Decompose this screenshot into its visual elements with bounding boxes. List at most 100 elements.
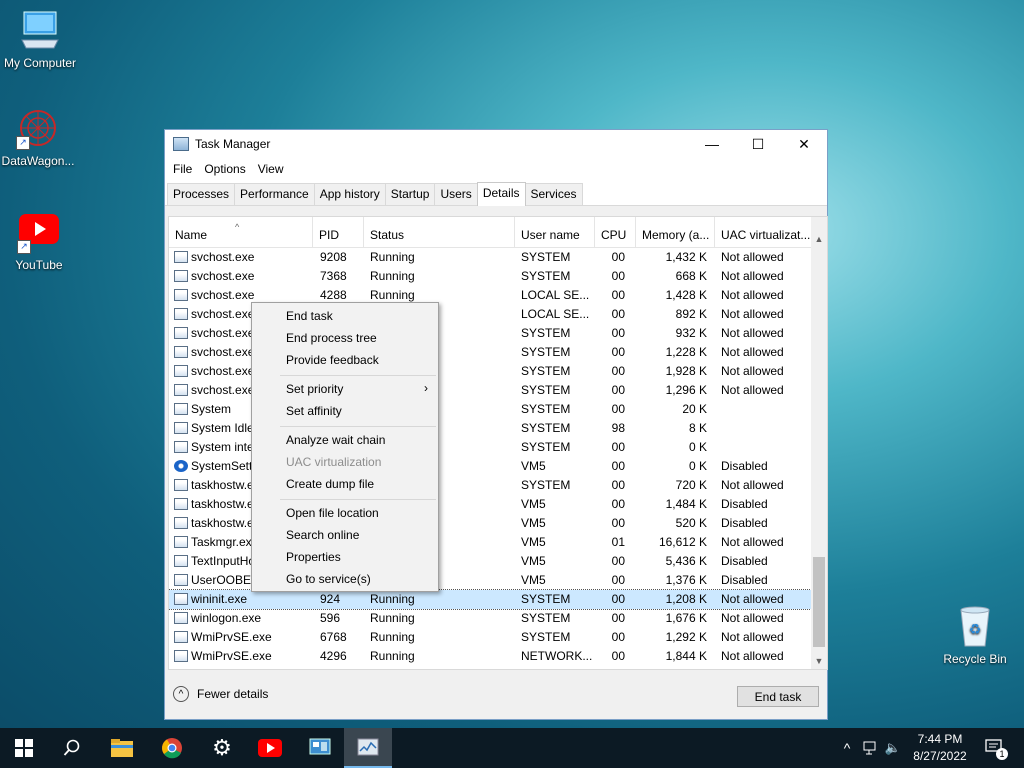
process-name: svchost.exe xyxy=(191,269,255,283)
process-uac xyxy=(721,438,816,457)
desktop-icon-recycle-bin[interactable]: ♻ Recycle Bin xyxy=(935,602,1015,666)
menu-options[interactable]: Options xyxy=(198,162,251,176)
table-row[interactable]: svchost.exe 9208 Running SYSTEM 00 1,432 K Not… xyxy=(169,248,813,267)
process-user: SYSTEM xyxy=(521,478,571,492)
desktop-icon-my-computer[interactable]: My Computer xyxy=(0,8,80,70)
table-row[interactable]: wininit.exe 924 Running SYSTEM 00 1,208 K Not … xyxy=(169,589,814,610)
process-memory: 8 K xyxy=(688,421,707,435)
desktop-icon-youtube[interactable]: ↗ YouTube xyxy=(0,210,79,272)
table-row[interactable]: svchost.exe 7368 Running SYSTEM 00 668 K Not a… xyxy=(169,267,813,286)
process-user: SYSTEM xyxy=(521,364,571,378)
process-pid: 7368 xyxy=(320,269,347,283)
menu-item-search-online[interactable]: Search online xyxy=(286,528,359,542)
scroll-down-icon[interactable]: ▼ xyxy=(811,653,827,669)
menu-file[interactable]: File xyxy=(167,162,198,176)
process-cpu: 98 xyxy=(611,421,625,435)
window-footer: ^ Fewer details End task xyxy=(165,671,827,719)
taskbar-file-explorer[interactable] xyxy=(98,728,146,768)
process-memory: 1,844 K xyxy=(665,649,707,663)
process-uac: Not allowed xyxy=(721,364,784,378)
process-user: SYSTEM xyxy=(521,611,571,625)
process-memory: 1,676 K xyxy=(665,611,707,625)
menu-item-end-task[interactable]: End task xyxy=(286,309,333,323)
process-user: VM5 xyxy=(521,516,546,530)
close-button[interactable]: ✕ xyxy=(781,130,827,158)
title-bar[interactable]: Task Manager — ☐ ✕ xyxy=(165,130,827,158)
process-memory: 20 K xyxy=(682,402,707,416)
process-user: VM5 xyxy=(521,573,546,587)
menu-separator xyxy=(280,375,436,376)
task-manager-icon xyxy=(174,536,188,548)
menu-separator xyxy=(280,426,436,427)
process-memory: 1,292 K xyxy=(665,630,707,644)
tab-startup[interactable]: Startup xyxy=(384,183,436,205)
menu-item-set-priority[interactable]: Set priority xyxy=(286,382,343,396)
tab-processes[interactable]: Processes xyxy=(167,183,236,205)
process-memory: 0 K xyxy=(688,440,707,454)
process-cpu: 00 xyxy=(611,402,625,416)
fewer-details-button[interactable]: ^ Fewer details xyxy=(173,686,268,702)
network-icon[interactable] xyxy=(860,728,882,768)
menu-item-open-file-location[interactable]: Open file location xyxy=(286,506,379,520)
taskbar-youtube[interactable] xyxy=(246,728,294,768)
tab-services[interactable]: Services xyxy=(524,183,583,205)
process-icon xyxy=(174,365,188,377)
process-cpu: 00 xyxy=(611,554,625,568)
tab-performance[interactable]: Performance xyxy=(234,183,315,205)
windows-logo-icon xyxy=(15,739,33,757)
menu-view[interactable]: View xyxy=(252,162,290,176)
taskbar-task-manager[interactable] xyxy=(344,728,392,768)
menu-item-set-affinity[interactable]: Set affinity xyxy=(286,404,342,418)
menu-item-end-process-tree[interactable]: End process tree xyxy=(286,331,377,345)
column-header-memory[interactable]: Memory (a... xyxy=(636,217,715,247)
process-uac: Not allowed xyxy=(721,326,784,340)
process-memory: 520 K xyxy=(675,516,707,530)
tab-users[interactable]: Users xyxy=(434,183,478,205)
taskbar-chrome[interactable] xyxy=(148,728,196,768)
table-row[interactable]: WmiPrvSE.exe 6768 Running SYSTEM 00 1,292 K No… xyxy=(169,628,813,647)
process-status: Running xyxy=(370,611,415,625)
scrollbar-thumb[interactable] xyxy=(813,557,825,647)
chevron-up-icon: ^ xyxy=(843,740,851,756)
menu-separator xyxy=(280,499,436,500)
column-header-pid[interactable]: PID xyxy=(313,217,364,247)
process-uac: Disabled xyxy=(721,459,768,473)
search-button[interactable] xyxy=(48,728,96,768)
clock[interactable]: 7:44 PM 8/27/2022 xyxy=(900,731,980,765)
tab-details[interactable]: Details xyxy=(476,182,526,206)
notifications-button[interactable]: 1 xyxy=(980,728,1010,768)
clock-date: 8/27/2022 xyxy=(913,749,967,763)
menu-item-create-dump-file[interactable]: Create dump file xyxy=(286,477,374,491)
column-header-name[interactable]: ^ Name xyxy=(169,217,313,247)
column-header-uac[interactable]: UAC virtualizat... xyxy=(715,217,813,247)
tab-app-history[interactable]: App history xyxy=(313,183,386,205)
table-row[interactable]: WmiPrvSE.exe 4296 Running NETWORK... 00 1,844… xyxy=(169,647,813,666)
process-uac: Not allowed xyxy=(721,383,784,397)
column-header-user-name[interactable]: User name xyxy=(515,217,595,247)
column-header-cpu[interactable]: CPU xyxy=(595,217,636,247)
menu-item-properties[interactable]: Properties xyxy=(286,550,341,564)
show-hidden-icons-button[interactable]: ^ xyxy=(838,728,856,768)
shortcut-arrow-icon: ↗ xyxy=(16,136,30,150)
start-button[interactable] xyxy=(0,728,48,768)
taskbar-settings[interactable]: ⚙ xyxy=(198,728,246,768)
maximize-button[interactable]: ☐ xyxy=(735,130,781,158)
menu-item-provide-feedback[interactable]: Provide feedback xyxy=(286,353,379,367)
tab-strip: Processes Performance App history Startu… xyxy=(165,180,827,206)
process-user: SYSTEM xyxy=(521,402,571,416)
taskbar-remote-app[interactable] xyxy=(296,728,344,768)
table-row[interactable]: winlogon.exe 596 Running SYSTEM 00 1,676 K Not… xyxy=(169,609,813,628)
process-name: winlogon.exe xyxy=(191,611,262,625)
desktop-icon-datawagon[interactable]: ↗ DataWagon... xyxy=(0,106,78,168)
minimize-button[interactable]: — xyxy=(689,130,735,158)
end-task-button[interactable]: End task xyxy=(737,686,819,707)
menu-item-go-to-services[interactable]: Go to service(s) xyxy=(286,572,371,586)
process-name: WmiPrvSE.exe xyxy=(191,630,272,644)
vertical-scrollbar[interactable]: ▲ ▼ xyxy=(811,217,827,669)
process-memory: 1,484 K xyxy=(665,497,707,511)
menu-item-analyze-wait-chain[interactable]: Analyze wait chain xyxy=(286,433,385,447)
scroll-up-icon[interactable]: ▲ xyxy=(811,231,827,247)
process-icon xyxy=(174,555,188,567)
column-header-status[interactable]: Status xyxy=(364,217,515,247)
clock-time: 7:44 PM xyxy=(917,732,963,746)
